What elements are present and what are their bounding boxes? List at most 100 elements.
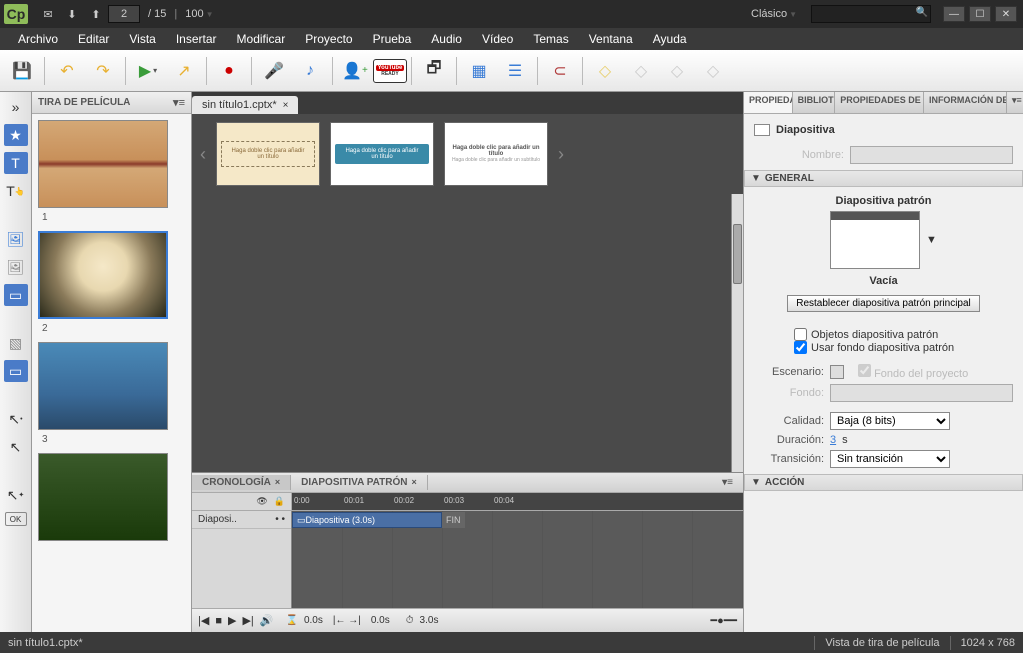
master-dropdown-icon[interactable]: ▼ <box>926 234 937 246</box>
accion-section-header[interactable]: ▼ ACCIÓN <box>744 474 1023 491</box>
record-button[interactable]: ● <box>213 55 245 87</box>
wand-tool[interactable]: ↖✦ <box>4 484 28 506</box>
maximize-button[interactable]: ☐ <box>969 6 991 22</box>
close-button[interactable]: ✕ <box>995 6 1017 22</box>
layer-forward-button[interactable]: ◇ <box>589 55 621 87</box>
timeline-ruler[interactable]: 0:00 00:01 00:02 00:03 00:04 <box>292 493 743 510</box>
escenario-color[interactable] <box>830 365 844 379</box>
audio-note-button[interactable]: ♪ <box>294 55 326 87</box>
template-thumb-2[interactable]: Haga doble clic para añadir un título <box>330 122 434 186</box>
text-tool[interactable]: T <box>4 152 28 174</box>
template-next-icon[interactable]: › <box>558 144 564 165</box>
menu-ayuda[interactable]: Ayuda <box>643 32 697 46</box>
layer-front-button[interactable]: ◇ <box>661 55 693 87</box>
close-icon[interactable]: × <box>411 477 416 487</box>
workspace-selector[interactable]: Clásico ▼ <box>745 6 803 22</box>
tl-play-icon[interactable]: ▶ <box>228 614 236 627</box>
menu-archivo[interactable]: Archivo <box>8 32 68 46</box>
frame-tool[interactable]: ▭ <box>4 284 28 306</box>
timeline-menu-icon[interactable]: ▾≡ <box>712 475 743 490</box>
objetos-checkbox[interactable] <box>794 328 807 341</box>
play-button[interactable]: ▶▾ <box>132 55 164 87</box>
visibility-icon[interactable]: 👁 <box>256 496 267 507</box>
tl-end-icon[interactable]: ▶| <box>242 614 253 627</box>
layer-back-button[interactable]: ◇ <box>625 55 657 87</box>
tl-rewind-icon[interactable]: |◀ <box>198 614 209 627</box>
mail-icon[interactable]: ✉ <box>39 5 57 23</box>
star-tool[interactable]: ★ <box>4 124 28 146</box>
microphone-button[interactable]: 🎤 <box>258 55 290 87</box>
document-tab[interactable]: sin título1.cptx* × <box>192 96 298 114</box>
minimize-button[interactable]: — <box>943 6 965 22</box>
pointer-tool[interactable]: ↖ <box>4 436 28 458</box>
close-icon[interactable]: × <box>275 477 280 487</box>
menu-audio[interactable]: Audio <box>421 32 472 46</box>
panel-menu-icon[interactable]: ▾≡ <box>173 96 185 109</box>
lock-icon[interactable]: 🔒 <box>274 496 285 507</box>
ok-button[interactable]: OK <box>5 512 27 526</box>
magnet-button[interactable]: ⊂ <box>544 55 576 87</box>
slide-tool[interactable]: ▭ <box>4 360 28 382</box>
filmstrip-scroll[interactable]: 1 2 3 <box>32 114 191 632</box>
undo-button[interactable]: ↶ <box>51 55 83 87</box>
nombre-input[interactable] <box>850 146 1013 164</box>
template-thumb-3[interactable]: Haga doble clic para añadir un títuloHag… <box>444 122 548 186</box>
reset-master-button[interactable]: Restablecer diapositiva patrón principal <box>787 295 980 312</box>
download-icon[interactable]: ⬇ <box>63 5 81 23</box>
youtube-button[interactable]: YouTube READY <box>373 59 407 83</box>
pointer-click-tool[interactable]: ↖• <box>4 408 28 430</box>
menu-proyecto[interactable]: Proyecto <box>295 32 362 46</box>
vertical-scrollbar[interactable] <box>731 194 743 472</box>
tab-propiedades[interactable]: PROPIEDADES <box>744 92 793 113</box>
layer-behind-button[interactable]: ◇ <box>697 55 729 87</box>
tab-info-proyecto[interactable]: INFORMACIÓN DEL PROYEC <box>924 92 1007 113</box>
redo-button[interactable]: ↷ <box>87 55 119 87</box>
image-tool[interactable]: 🖼 <box>4 228 28 250</box>
panel-menu-icon[interactable]: ▾≡ <box>1007 92 1023 113</box>
general-section-header[interactable]: ▼ GENERAL <box>744 170 1023 187</box>
tab-biblioteca[interactable]: BIBLIOTECA <box>793 92 836 113</box>
menu-temas[interactable]: Temas <box>523 32 578 46</box>
menu-ventana[interactable]: Ventana <box>579 32 643 46</box>
list-view-button[interactable]: ☰ <box>499 55 531 87</box>
tl-sound-icon[interactable]: 🔊 <box>260 614 274 627</box>
tl-stop-icon[interactable]: ■ <box>215 615 222 627</box>
timeline-clip[interactable]: ▭ Diapositiva (3.0s) <box>292 512 442 528</box>
export-button[interactable]: ↗ <box>168 55 200 87</box>
text-click-tool[interactable]: T👆 <box>4 180 28 202</box>
menu-vista[interactable]: Vista <box>119 32 165 46</box>
expand-tools-icon[interactable]: » <box>4 96 28 118</box>
grid-view-button[interactable]: ▦ <box>463 55 495 87</box>
slides-button[interactable]: 🗗 <box>418 55 450 87</box>
zoom-dropdown-icon[interactable]: ▼ <box>206 10 214 19</box>
slide-thumb-2[interactable] <box>38 231 168 319</box>
character-button[interactable]: 👤+ <box>339 55 371 87</box>
zoom-level[interactable]: 100 <box>185 8 203 20</box>
menu-prueba[interactable]: Prueba <box>363 32 422 46</box>
menu-insertar[interactable]: Insertar <box>166 32 227 46</box>
page-number-input[interactable] <box>108 5 140 23</box>
shape-tool[interactable]: ▧ <box>4 332 28 354</box>
menu-editar[interactable]: Editar <box>68 32 119 46</box>
upload-icon[interactable]: ⬆ <box>87 5 105 23</box>
tab-propiedades-prueba[interactable]: PROPIEDADES DE LAS PRUEB <box>835 92 924 113</box>
timeline-tab-patron[interactable]: DIAPOSITIVA PATRÓN× <box>291 475 428 490</box>
slide-thumb-1[interactable] <box>38 120 168 208</box>
calidad-select[interactable]: Baja (8 bits) <box>830 412 950 430</box>
close-tab-icon[interactable]: × <box>283 100 289 111</box>
timeline-layer-row[interactable]: Diaposi.. • • <box>192 511 291 529</box>
template-prev-icon[interactable]: ‹ <box>200 144 206 165</box>
search-input[interactable] <box>811 5 931 23</box>
usar-fondo-checkbox[interactable] <box>794 341 807 354</box>
menu-modificar[interactable]: Modificar <box>227 32 296 46</box>
timeline-tab-cronologia[interactable]: CRONOLOGÍA× <box>192 475 291 490</box>
template-thumb-1[interactable]: Haga doble clic para añadir un título <box>216 122 320 186</box>
menu-video[interactable]: Vídeo <box>472 32 523 46</box>
save-button[interactable]: 💾 <box>6 55 38 87</box>
canvas-view[interactable] <box>192 194 743 472</box>
tl-zoom-slider[interactable]: ━●━━ <box>710 614 737 627</box>
picture-tool[interactable]: 🖼 <box>4 256 28 278</box>
master-slide-thumb[interactable] <box>830 211 920 269</box>
slide-thumb-4[interactable] <box>38 453 168 541</box>
timeline-tracks[interactable]: ▭ Diapositiva (3.0s) FIN <box>292 511 743 608</box>
